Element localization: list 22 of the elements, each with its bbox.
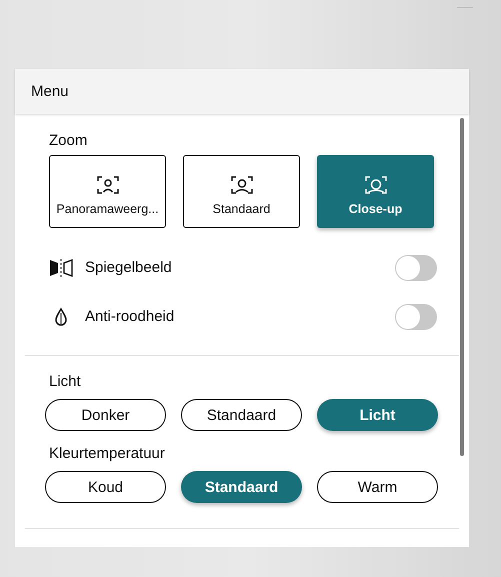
section-label: Licht [49,373,82,390]
toggle-label: Anti-roodheid [85,308,176,325]
section-label: Zoom [49,132,88,149]
zoom-option[interactable]: Standaard [183,155,300,228]
scrollbar[interactable] [460,118,464,456]
option-pill[interactable]: Standaard [181,399,302,431]
mirror-icon [49,258,73,278]
toggle-switch[interactable] [395,304,437,330]
option-pill[interactable]: Koud [45,471,166,503]
option-pill[interactable]: Licht [317,399,438,431]
section-label: Kleurtemperatuur [49,445,166,462]
person-frame-icon [230,176,252,194]
zoom-option[interactable]: Panoramaweerg... [49,155,166,228]
zoom-option[interactable]: Close-up [317,155,434,228]
panel-header: Menu [15,69,469,114]
toggle-switch[interactable] [395,254,437,280]
person-frame-icon [96,176,118,194]
toggle-label: Spiegelbeeld [85,259,173,276]
option-pill[interactable]: Donker [45,399,166,431]
option-pill[interactable]: Standaard [181,471,302,503]
option-pill[interactable]: Warm [317,471,438,503]
person-frame-icon [364,176,386,194]
